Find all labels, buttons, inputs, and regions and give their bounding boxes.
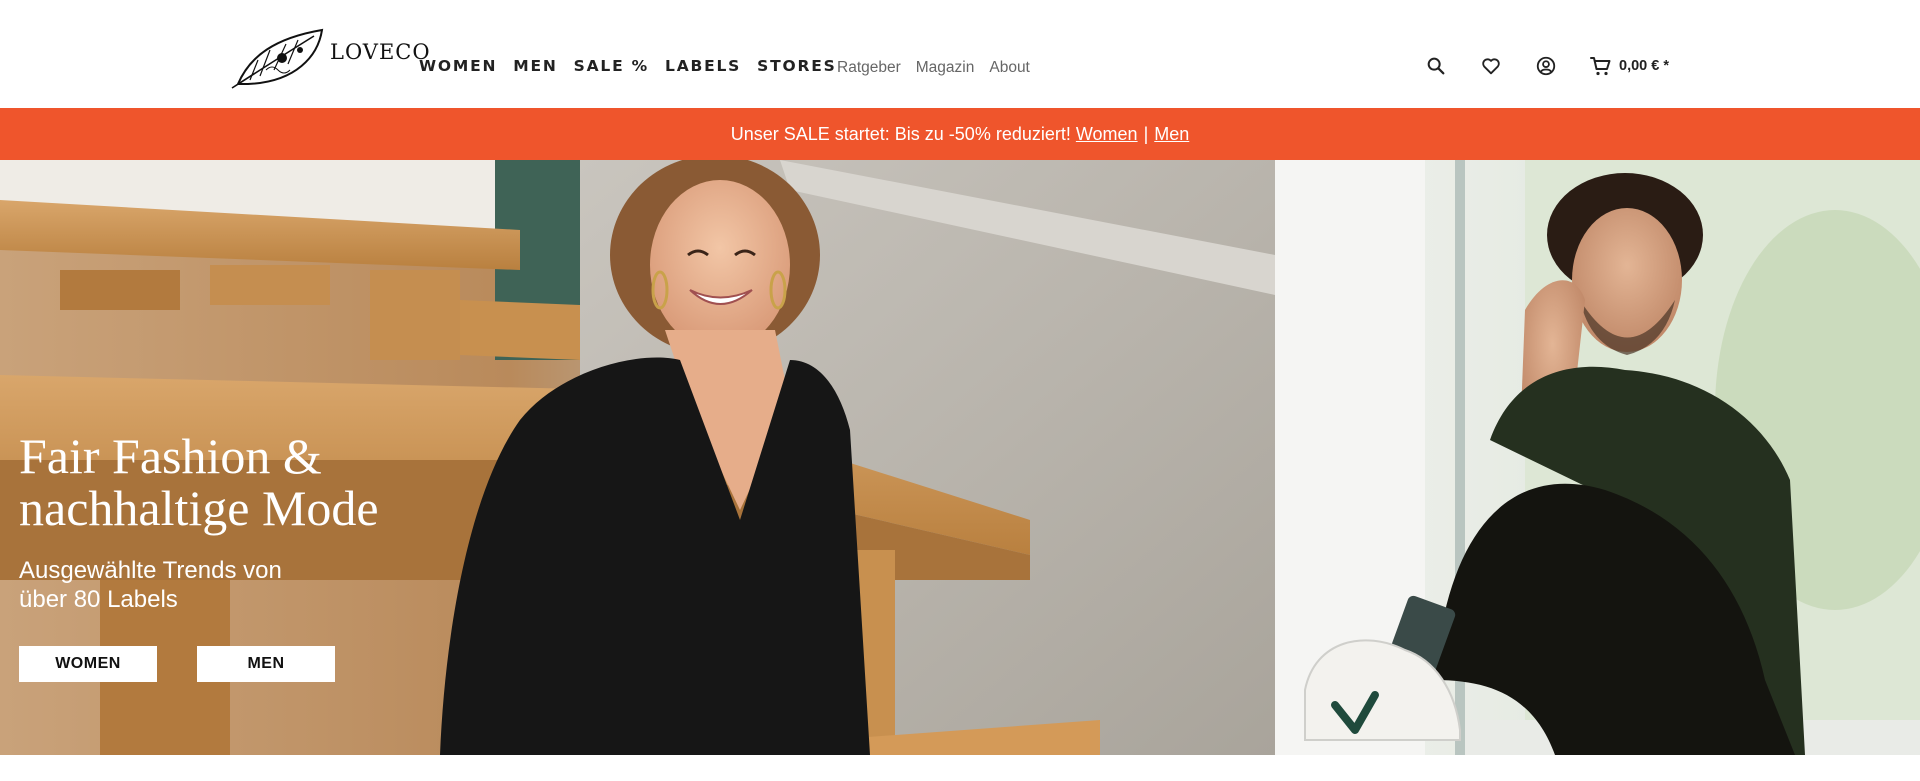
hero-image-women[interactable]: Fair Fashion & nachhaltige Mode Ausgewäh… <box>0 160 1275 755</box>
nav-women[interactable]: WOMEN <box>419 57 497 75</box>
banner-link-men[interactable]: Men <box>1154 124 1189 145</box>
hero-subtitle-line-1: Ausgewählte Trends von <box>19 557 282 584</box>
hero-title: Fair Fashion & nachhaltige Mode <box>19 430 379 534</box>
account-icon[interactable] <box>1535 55 1557 77</box>
search-icon[interactable] <box>1425 55 1447 77</box>
hero-men-illustration <box>1275 160 1920 755</box>
nav-stores[interactable]: STORES <box>757 57 836 75</box>
nav-men[interactable]: MEN <box>513 57 557 75</box>
header-actions: 0,00 € * <box>1425 54 1669 78</box>
sale-banner: Unser SALE startet: Bis zu -50% reduzier… <box>0 108 1920 160</box>
hero-image-men[interactable] <box>1275 160 1920 755</box>
logo[interactable]: LOVECO <box>230 26 431 90</box>
nav-labels[interactable]: LABELS <box>665 57 741 75</box>
logo-text: LOVECO <box>330 40 431 64</box>
main-nav: WOMEN MEN SALE % LABELS STORES <box>419 57 837 75</box>
banner-link-women[interactable]: Women <box>1076 124 1138 145</box>
nav-magazin[interactable]: Magazin <box>916 59 975 77</box>
cart-total: 0,00 € * <box>1619 58 1669 74</box>
heart-icon[interactable] <box>1480 55 1502 77</box>
hero-men-button[interactable]: MEN <box>197 646 335 682</box>
banner-separator: | <box>1143 123 1149 144</box>
nav-ratgeber[interactable]: Ratgeber <box>837 59 901 77</box>
cart-icon <box>1590 57 1611 76</box>
cart-button[interactable]: 0,00 € * <box>1589 54 1669 78</box>
hero-title-line-2: nachhaltige Mode <box>19 480 379 536</box>
leaf-logo-icon <box>231 28 324 89</box>
hero-subtitle: Ausgewählte Trends von über 80 Labels <box>19 556 379 614</box>
secondary-nav: Ratgeber Magazin About <box>837 59 1030 77</box>
nav-about[interactable]: About <box>989 59 1030 77</box>
hero-text: Fair Fashion & nachhaltige Mode Ausgewäh… <box>19 430 379 614</box>
site-header: LOVECO WOMEN MEN SALE % LABELS STORES Ra… <box>0 0 1920 108</box>
hero-title-line-1: Fair Fashion & <box>19 428 322 484</box>
hero-buttons: WOMEN MEN <box>19 646 335 682</box>
hero-section: Fair Fashion & nachhaltige Mode Ausgewäh… <box>0 160 1920 755</box>
nav-sale[interactable]: SALE % <box>574 57 649 75</box>
hero-subtitle-line-2: über 80 Labels <box>19 586 178 613</box>
banner-text: Unser SALE startet: Bis zu -50% reduzier… <box>730 123 1071 144</box>
hero-women-button[interactable]: WOMEN <box>19 646 157 682</box>
